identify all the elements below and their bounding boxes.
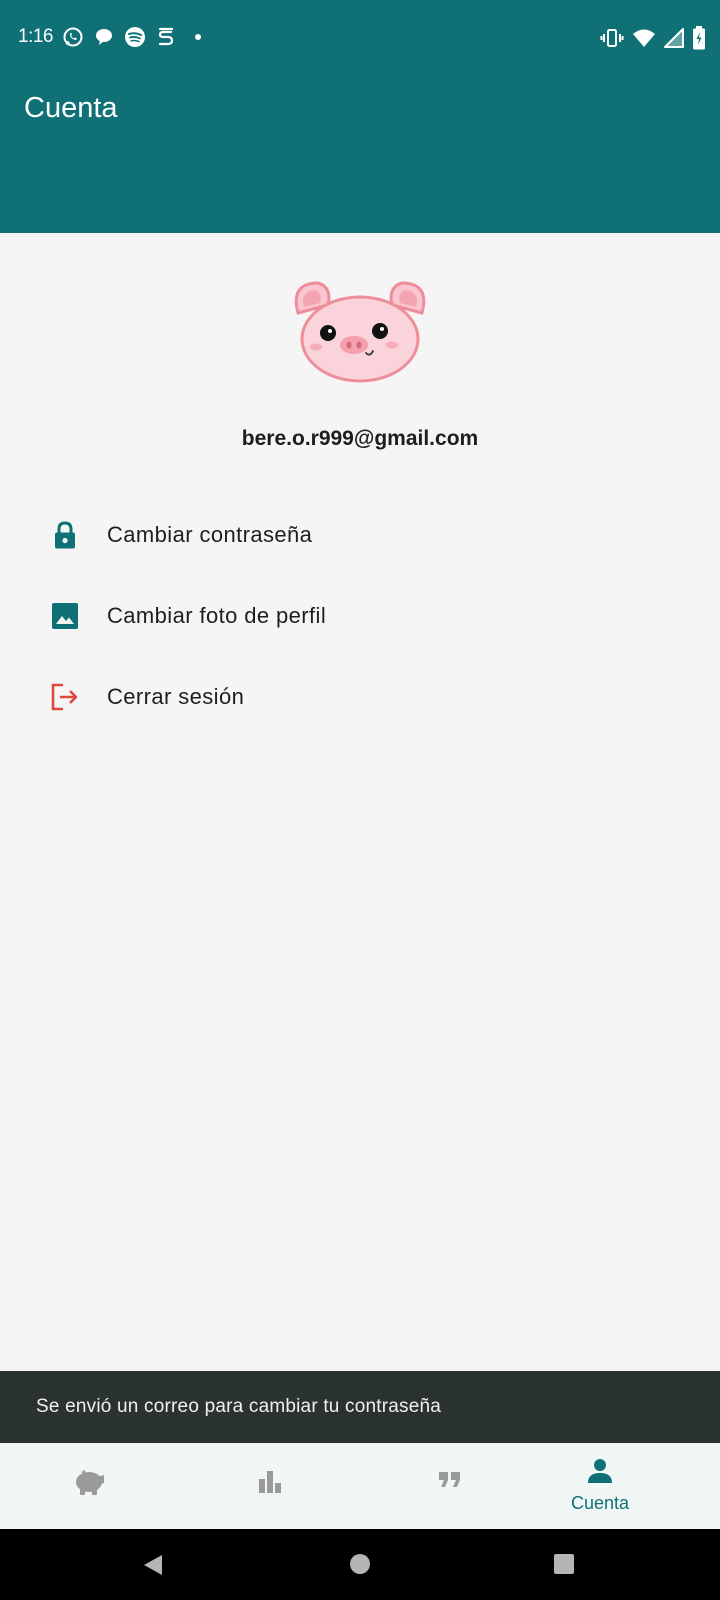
- notification-icons: [62, 26, 202, 48]
- pig-avatar-icon[interactable]: [288, 275, 432, 385]
- person-icon: [586, 1457, 614, 1490]
- piggy-bank-icon: [73, 1467, 107, 1502]
- snackbar-message: Se envió un correo para cambiar tu contr…: [36, 1396, 442, 1417]
- logout-icon: [50, 682, 80, 712]
- dot-icon: [194, 33, 202, 41]
- status-bar: 1:16: [0, 0, 720, 78]
- bottom-navigation: Cuenta: [0, 1443, 720, 1529]
- image-icon: [50, 601, 80, 631]
- s-app-icon: [156, 26, 176, 48]
- whatsapp-icon: [62, 26, 84, 48]
- page-title: Cuenta: [24, 92, 118, 124]
- system-navigation-bar: [0, 1529, 720, 1600]
- recents-icon[interactable]: [553, 1553, 575, 1580]
- wifi-icon: [632, 27, 656, 49]
- chat-bubble-icon: [94, 27, 114, 47]
- app-bar: Cuenta: [0, 78, 720, 233]
- snackbar: Se envió un correo para cambiar tu contr…: [0, 1371, 720, 1443]
- nav-item-account[interactable]: Cuenta: [510, 1443, 690, 1529]
- battery-icon: [692, 26, 706, 50]
- change-password-label: Cambiar contraseña: [107, 522, 313, 547]
- user-email: bere.o.r999@gmail.com: [241, 427, 479, 450]
- change-password-item[interactable]: Cambiar contraseña: [0, 500, 720, 570]
- bar-chart-icon: [257, 1469, 283, 1500]
- change-profile-photo-item[interactable]: Cambiar foto de perfil: [0, 581, 720, 651]
- status-time: 1:16: [18, 26, 53, 47]
- logout-item[interactable]: Cerrar sesión: [0, 662, 720, 732]
- nav-label-account: Cuenta: [570, 1493, 630, 1513]
- nav-item-savings[interactable]: [0, 1443, 180, 1529]
- signal-icon: [664, 27, 684, 49]
- home-icon[interactable]: [349, 1553, 371, 1580]
- lock-icon: [50, 520, 80, 550]
- spotify-icon: [124, 26, 146, 48]
- logout-label: Cerrar sesión: [107, 684, 245, 709]
- nav-item-stats[interactable]: [180, 1443, 360, 1529]
- vibrate-icon: [600, 27, 624, 49]
- account-content: bere.o.r999@gmail.com Cambiar contraseña…: [0, 233, 720, 1371]
- system-status-icons: [600, 26, 706, 50]
- quote-icon: [438, 1471, 462, 1494]
- back-icon[interactable]: [142, 1553, 164, 1582]
- change-profile-photo-label: Cambiar foto de perfil: [107, 603, 327, 628]
